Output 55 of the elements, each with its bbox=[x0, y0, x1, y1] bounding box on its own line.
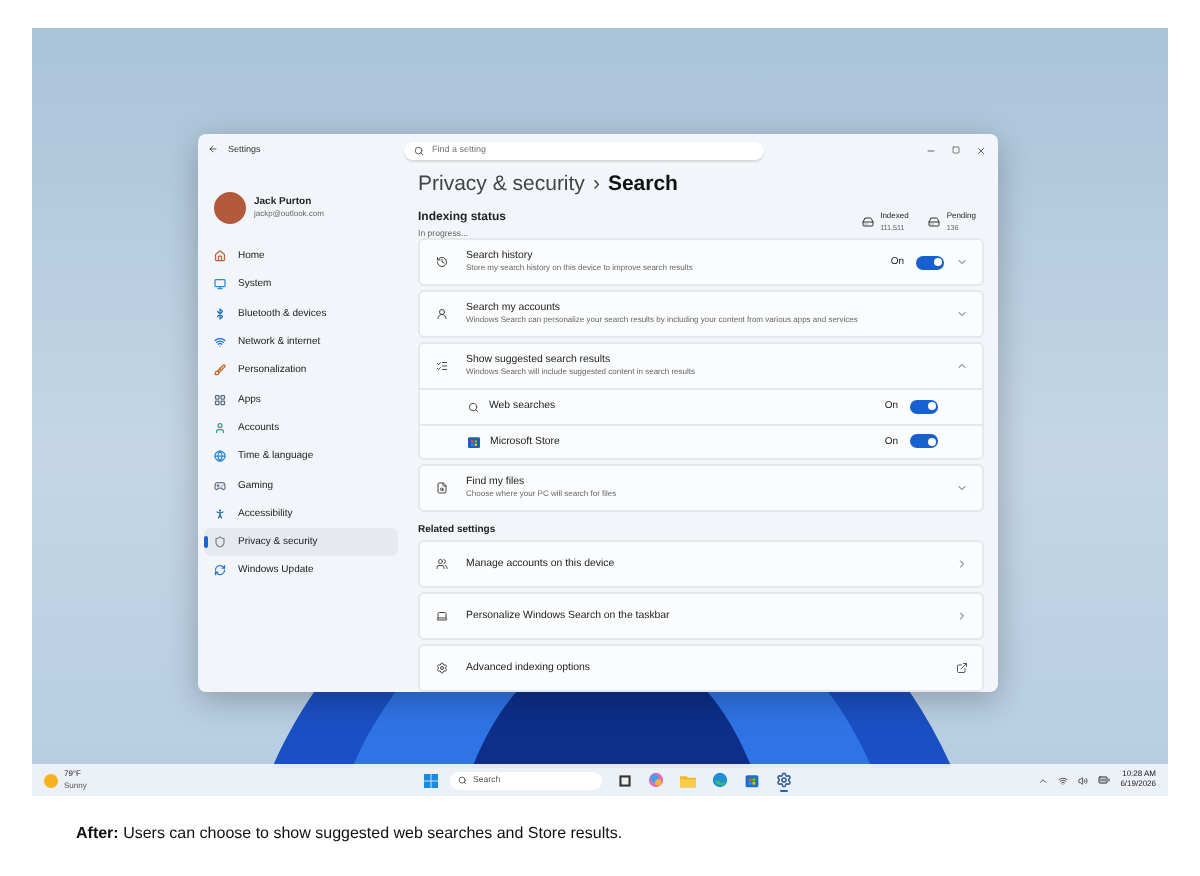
accessibility-icon bbox=[214, 507, 226, 520]
list-icon bbox=[436, 360, 448, 373]
refresh-icon bbox=[214, 564, 226, 577]
search-icon bbox=[414, 145, 424, 155]
brush-icon bbox=[214, 364, 226, 377]
avatar bbox=[214, 192, 246, 224]
grid-icon bbox=[214, 393, 226, 406]
chevron-up-icon[interactable] bbox=[956, 360, 968, 373]
windows-logo-icon[interactable] bbox=[424, 773, 438, 787]
shopping-bag-icon bbox=[468, 435, 480, 448]
taskbar-button[interactable] bbox=[774, 768, 794, 792]
chevron-down-icon[interactable] bbox=[956, 308, 968, 321]
shopping-bag-icon bbox=[744, 772, 760, 788]
gear-icon bbox=[436, 662, 448, 674]
wifi-icon[interactable] bbox=[1058, 775, 1069, 785]
maximize-icon[interactable] bbox=[952, 146, 960, 154]
toggle-switch[interactable] bbox=[910, 399, 938, 414]
chevron-right-icon bbox=[956, 610, 968, 622]
search-icon bbox=[468, 401, 479, 413]
wifi-icon bbox=[214, 336, 226, 349]
sun-icon bbox=[44, 773, 58, 787]
people-icon bbox=[436, 558, 448, 570]
external-link-icon bbox=[956, 662, 968, 674]
bluetooth-icon bbox=[214, 307, 226, 320]
swirl-logo-icon bbox=[648, 772, 664, 788]
home-icon bbox=[214, 250, 226, 263]
speaker-icon[interactable] bbox=[1078, 775, 1089, 785]
back-arrow-icon[interactable] bbox=[208, 144, 218, 155]
globe-icon bbox=[214, 450, 226, 463]
gamepad-icon bbox=[214, 479, 226, 492]
gear-icon bbox=[776, 772, 792, 788]
toggle-switch[interactable] bbox=[916, 255, 944, 270]
drive-icon bbox=[928, 215, 941, 228]
folder-icon bbox=[680, 773, 696, 787]
history-icon bbox=[436, 256, 448, 269]
laptop-icon bbox=[436, 610, 448, 622]
person-icon bbox=[214, 421, 226, 434]
caption: After: Users can choose to show suggested web searches and Store results. bbox=[74, 824, 625, 842]
battery-icon[interactable] bbox=[1098, 774, 1111, 786]
shield-icon bbox=[214, 536, 226, 549]
breadcrumb-parent[interactable]: Privacy & security bbox=[418, 172, 585, 198]
chevron-down-icon[interactable] bbox=[956, 482, 968, 495]
monitor-icon bbox=[214, 278, 226, 291]
toggle-switch[interactable] bbox=[910, 434, 938, 449]
search-icon bbox=[458, 775, 467, 785]
file-search-icon bbox=[436, 482, 448, 495]
task-view-icon bbox=[617, 773, 631, 787]
chevron-right-icon bbox=[956, 558, 968, 570]
chevron-up-icon[interactable] bbox=[1038, 775, 1049, 785]
wave-logo-icon bbox=[712, 772, 728, 788]
drive-icon bbox=[862, 215, 875, 228]
page-title: Search bbox=[607, 172, 678, 198]
person-icon bbox=[436, 308, 448, 321]
chevron-down-icon[interactable] bbox=[956, 256, 968, 269]
breadcrumb-separator: › bbox=[592, 172, 600, 198]
